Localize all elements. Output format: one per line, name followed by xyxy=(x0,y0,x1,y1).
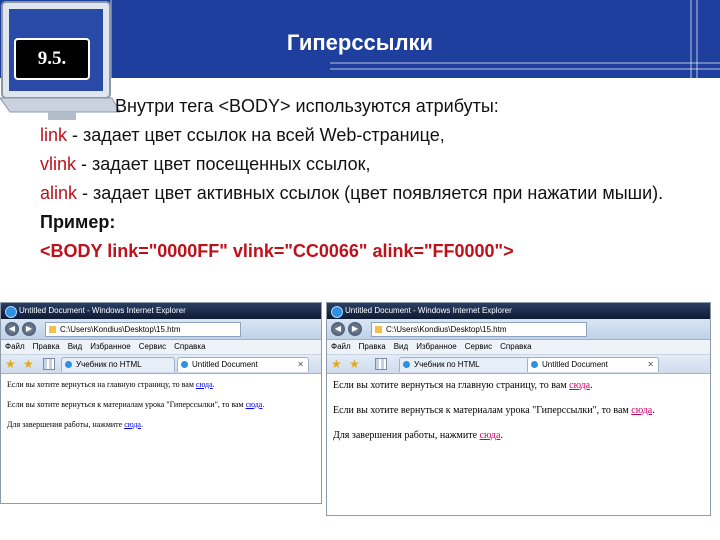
finish-link[interactable]: сюда xyxy=(124,420,141,429)
page-content: Если вы хотите вернуться на главную стра… xyxy=(1,374,321,446)
home-link[interactable]: сюда xyxy=(196,380,213,389)
slide-body: Внутри тега <BODY> используются атрибуты… xyxy=(40,92,705,266)
tab-label: Untitled Document xyxy=(542,360,608,369)
address-input[interactable]: C:\Users\Kondius\Desktop\15.htm xyxy=(45,322,241,337)
window-title: Untitled Document - Windows Internet Exp… xyxy=(19,306,186,315)
page-content: Если вы хотите вернуться на главную стра… xyxy=(327,374,710,461)
back-icon[interactable]: ◀ xyxy=(331,322,345,336)
page-icon xyxy=(49,326,56,333)
tab-label: Untitled Document xyxy=(192,360,258,369)
menu-item-file[interactable]: Файл xyxy=(327,342,355,351)
attr-link-line: link - задает цвет ссылок на всей Web-ст… xyxy=(40,121,705,150)
menu-bar: Файл Правка Вид Избранное Сервис Справка xyxy=(327,340,710,355)
header-divider xyxy=(330,68,720,70)
line-text: Если вы хотите вернуться к материалам ур… xyxy=(7,400,246,409)
tab-untitled[interactable]: Untitled Document ✕ xyxy=(527,357,659,372)
ie-icon xyxy=(65,361,72,368)
ie-icon xyxy=(403,361,410,368)
add-favorite-icon[interactable]: ★ xyxy=(349,357,360,371)
line-text: Если вы хотите вернуться на главную стра… xyxy=(333,380,570,391)
attr-keyword: link xyxy=(40,125,68,145)
attr-keyword: vlink xyxy=(40,154,77,174)
tab-tutorial[interactable]: Учебник по HTML xyxy=(61,357,175,372)
window-title: Untitled Document - Windows Internet Exp… xyxy=(345,306,512,315)
line-text: Для завершения работы, нажмите xyxy=(333,430,480,441)
browser-titlebar: Untitled Document - Windows Internet Exp… xyxy=(1,303,321,319)
menu-item-favorites[interactable]: Избранное xyxy=(86,342,135,351)
line-end: . xyxy=(500,430,503,441)
attr-vlink-line: vlink - задает цвет посещенных ссылок, xyxy=(40,150,705,179)
menu-item-tools[interactable]: Сервис xyxy=(461,342,496,351)
menu-item-edit[interactable]: Правка xyxy=(355,342,390,351)
address-text: C:\Users\Kondius\Desktop\15.htm xyxy=(60,325,181,334)
header-divider xyxy=(330,62,720,64)
menu-item-help[interactable]: Справка xyxy=(170,342,209,351)
page-line: Если вы хотите вернуться на главную стра… xyxy=(7,380,315,389)
close-icon[interactable]: ✕ xyxy=(647,358,654,372)
example-code: <BODY link="0000FF" vlink="CC0066" alink… xyxy=(40,241,514,261)
menu-item-favorites[interactable]: Избранное xyxy=(412,342,461,351)
attr-alink-line: alink - задает цвет активных ссылок (цве… xyxy=(40,179,705,208)
favorites-star-icon[interactable]: ★ xyxy=(331,357,342,371)
menu-item-view[interactable]: Вид xyxy=(390,342,412,351)
address-text: C:\Users\Kondius\Desktop\15.htm xyxy=(386,325,507,334)
menu-item-tools[interactable]: Сервис xyxy=(135,342,170,351)
example-label: Пример: xyxy=(40,212,116,232)
address-bar: ◀ ▶ C:\Users\Kondius\Desktop\15.htm xyxy=(1,319,321,340)
slide-title: Гиперссылки xyxy=(286,30,434,55)
tab-label: Учебник по HTML xyxy=(76,360,142,369)
line-end: . xyxy=(212,380,215,389)
intro-text: Внутри тега <BODY> используются атрибуты… xyxy=(115,96,499,116)
browser-titlebar: Untitled Document - Windows Internet Exp… xyxy=(327,303,710,319)
line-text: Если вы хотите вернуться к материалам ур… xyxy=(333,405,632,416)
menu-item-edit[interactable]: Правка xyxy=(29,342,64,351)
favorites-star-icon[interactable]: ★ xyxy=(5,357,16,371)
line-end: . xyxy=(652,405,655,416)
tab-bar: ★ ★ Учебник по HTML Untitled Document ✕ xyxy=(1,355,321,374)
browser-window-right: Untitled Document - Windows Internet Exp… xyxy=(326,302,711,516)
forward-icon[interactable]: ▶ xyxy=(348,322,362,336)
tab-untitled[interactable]: Untitled Document ✕ xyxy=(177,357,309,372)
lesson-link[interactable]: сюда xyxy=(631,405,652,416)
page-line: Для завершения работы, нажмите сюда. xyxy=(7,420,315,429)
finish-link[interactable]: сюда xyxy=(480,430,501,441)
page-line: Если вы хотите вернуться к материалам ур… xyxy=(7,400,315,409)
address-bar: ◀ ▶ C:\Users\Kondius\Desktop\15.htm xyxy=(327,319,710,340)
menu-item-file[interactable]: Файл xyxy=(1,342,29,351)
page-line: Для завершения работы, нажмите сюда. xyxy=(333,430,704,441)
ie-icon xyxy=(5,306,17,318)
lesson-link[interactable]: сюда xyxy=(246,400,263,409)
browser-window-left: Untitled Document - Windows Internet Exp… xyxy=(0,302,322,504)
attr-keyword: alink xyxy=(40,183,78,203)
address-input[interactable]: C:\Users\Kondius\Desktop\15.htm xyxy=(371,322,587,337)
menu-item-view[interactable]: Вид xyxy=(64,342,86,351)
tab-label: Учебник по HTML xyxy=(414,360,480,369)
ie-icon xyxy=(181,361,188,368)
tab-grid-icon[interactable] xyxy=(43,358,55,370)
line-text: Для завершения работы, нажмите xyxy=(7,420,125,429)
attr-description: - задает цвет посещенных ссылок, xyxy=(76,154,371,174)
page-line: Если вы хотите вернуться на главную стра… xyxy=(333,380,704,391)
forward-icon[interactable]: ▶ xyxy=(22,322,36,336)
attr-description: - задает цвет ссылок на всей Web-страниц… xyxy=(67,125,445,145)
tab-tutorial[interactable]: Учебник по HTML xyxy=(399,357,531,372)
line-end: . xyxy=(590,380,593,391)
attr-description: - задает цвет активных ссылок (цвет появ… xyxy=(77,183,664,203)
menu-item-help[interactable]: Справка xyxy=(496,342,535,351)
line-end: . xyxy=(140,420,143,429)
page-icon xyxy=(375,326,382,333)
add-favorite-icon[interactable]: ★ xyxy=(23,357,34,371)
line-text: Если вы хотите вернуться на главную стра… xyxy=(7,380,196,389)
back-icon[interactable]: ◀ xyxy=(5,322,19,336)
tab-grid-icon[interactable] xyxy=(375,358,387,370)
page-line: Если вы хотите вернуться к материалам ур… xyxy=(333,405,704,416)
ie-icon xyxy=(531,361,538,368)
menu-bar: Файл Правка Вид Избранное Сервис Справка xyxy=(1,340,321,355)
home-link[interactable]: сюда xyxy=(569,380,590,391)
close-icon[interactable]: ✕ xyxy=(297,358,304,372)
ie-icon xyxy=(331,306,343,318)
line-end: . xyxy=(262,400,265,409)
tab-bar: ★ ★ Учебник по HTML Untitled Document ✕ xyxy=(327,355,710,374)
